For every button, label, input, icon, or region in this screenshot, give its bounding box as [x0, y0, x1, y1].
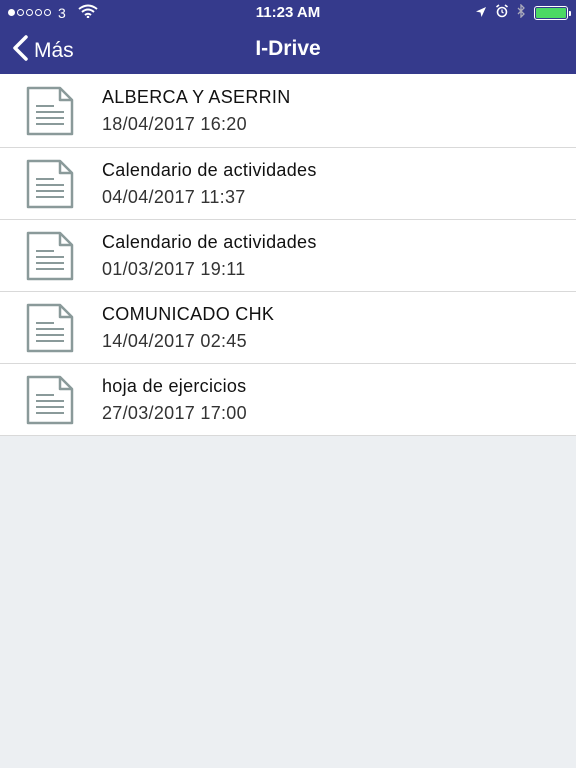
- document-icon: [22, 158, 78, 210]
- navbar: Más I-Drive: [0, 26, 576, 74]
- file-text: ALBERCA Y ASERRIN 18/04/2017 16:20: [102, 87, 291, 135]
- file-name: hoja de ejercicios: [102, 375, 247, 396]
- file-name: Calendario de actividades: [102, 159, 317, 180]
- file-list: ALBERCA Y ASERRIN 18/04/2017 16:20 Calen…: [0, 74, 576, 436]
- bluetooth-icon: [517, 3, 526, 21]
- document-icon: [22, 85, 78, 137]
- file-row[interactable]: COMUNICADO CHK 14/04/2017 02:45: [0, 292, 576, 364]
- file-row[interactable]: hoja de ejercicios 27/03/2017 17:00: [0, 364, 576, 436]
- file-date: 04/04/2017 11:37: [102, 186, 246, 207]
- status-bar: 3 11:23 AM: [0, 0, 576, 26]
- location-arrow-icon: [475, 5, 487, 21]
- file-date: 01/03/2017 19:11: [102, 258, 246, 279]
- file-name: COMUNICADO CHK: [102, 303, 275, 324]
- file-text: hoja de ejercicios 27/03/2017 17:00: [102, 376, 247, 424]
- battery-icon: [534, 5, 571, 20]
- file-date: 27/03/2017 17:00: [102, 402, 247, 423]
- file-name: ALBERCA Y ASERRIN: [102, 86, 291, 107]
- battery-level: [536, 7, 566, 18]
- file-text: Calendario de actividades 04/04/2017 11:…: [102, 160, 317, 208]
- page-title: I-Drive: [255, 37, 321, 60]
- status-right: [475, 3, 571, 21]
- document-icon: [22, 374, 78, 426]
- file-date: 14/04/2017 02:45: [102, 330, 247, 351]
- file-name: Calendario de actividades: [102, 231, 317, 252]
- file-row[interactable]: Calendario de actividades 01/03/2017 19:…: [0, 220, 576, 292]
- back-button[interactable]: Más: [12, 35, 74, 67]
- alarm-icon: [495, 4, 509, 21]
- file-row[interactable]: ALBERCA Y ASERRIN 18/04/2017 16:20: [0, 74, 576, 148]
- document-icon: [22, 230, 78, 282]
- file-row[interactable]: Calendario de actividades 04/04/2017 11:…: [0, 148, 576, 220]
- header: 3 11:23 AM Más I-Drive: [0, 0, 576, 74]
- file-date: 18/04/2017 16:20: [102, 113, 247, 134]
- file-text: Calendario de actividades 01/03/2017 19:…: [102, 232, 317, 280]
- file-text: COMUNICADO CHK 14/04/2017 02:45: [102, 304, 274, 352]
- document-icon: [22, 302, 78, 354]
- chevron-left-icon: [12, 35, 28, 67]
- back-label: Más: [34, 39, 74, 62]
- battery-cap: [569, 10, 571, 16]
